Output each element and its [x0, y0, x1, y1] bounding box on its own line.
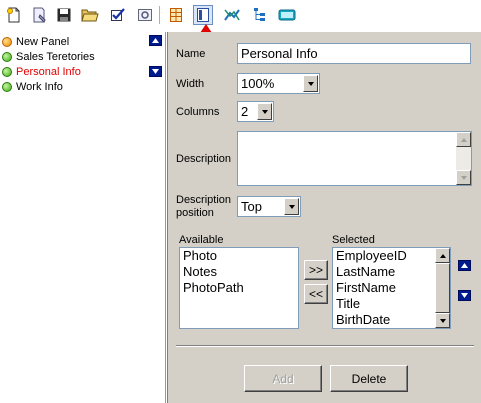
list-item[interactable]: LastName — [333, 264, 450, 280]
move-down-icon[interactable] — [149, 66, 162, 77]
check-icon[interactable] — [108, 5, 128, 25]
add-button[interactable]: Add — [244, 365, 322, 392]
available-list[interactable]: Photo Notes PhotoPath — [179, 247, 299, 329]
selected-list-scrollbar[interactable] — [435, 248, 450, 328]
list-item[interactable]: EmployeeID — [333, 248, 450, 264]
separator — [176, 345, 474, 347]
chevron-down-icon[interactable] — [257, 103, 272, 120]
tree-item-new-panel[interactable]: New Panel — [2, 35, 69, 49]
open-folder-icon[interactable] — [80, 5, 100, 25]
description-position-label-1: Description — [176, 194, 232, 206]
columns-value: 2 — [241, 104, 249, 119]
scroll-down-icon[interactable] — [456, 170, 471, 185]
width-select[interactable]: 100% — [237, 73, 320, 94]
tree-item-label: Personal Info — [16, 66, 81, 78]
description-position-value: Top — [241, 199, 262, 214]
tree-item-sales-teretories[interactable]: Sales Teretories — [2, 50, 95, 64]
move-left-button[interactable]: << — [304, 284, 328, 304]
preview-icon[interactable] — [135, 5, 155, 25]
new-document-icon[interactable] — [4, 5, 24, 25]
delete-button[interactable]: Delete — [330, 365, 408, 392]
save-icon[interactable] — [54, 5, 74, 25]
move-up-icon[interactable] — [458, 260, 471, 271]
list-item[interactable]: FirstName — [333, 280, 450, 296]
description-scrollbar[interactable] — [456, 132, 471, 185]
move-down-icon[interactable] — [458, 290, 471, 301]
list-item[interactable]: Photo — [180, 248, 298, 264]
available-label: Available — [179, 234, 224, 246]
description-position-select[interactable]: Top — [237, 196, 301, 217]
description-position-label-2: position — [176, 207, 214, 219]
columns-label: Columns — [176, 106, 220, 118]
tree-item-work-info[interactable]: Work Info — [2, 80, 63, 94]
scroll-up-icon[interactable] — [456, 132, 471, 147]
status-green-icon — [2, 67, 12, 77]
width-value: 100% — [241, 76, 275, 91]
width-label: Width — [176, 78, 205, 90]
tree-item-personal-info[interactable]: Personal Info — [2, 65, 81, 79]
list-item[interactable]: Title — [333, 296, 450, 312]
tree-item-label: Sales Teretories — [16, 51, 95, 63]
name-field[interactable]: Personal Info — [237, 43, 471, 64]
scroll-up-icon[interactable] — [435, 248, 450, 263]
selected-list[interactable]: EmployeeID LastName FirstName Title Birt… — [332, 247, 451, 329]
name-label: Name — [176, 48, 206, 60]
tree-item-label: Work Info — [16, 81, 63, 93]
move-up-icon[interactable] — [149, 35, 162, 46]
move-right-button[interactable]: >> — [304, 260, 328, 280]
scroll-thumb[interactable] — [435, 263, 450, 313]
table-layout-icon[interactable] — [166, 5, 186, 25]
selected-label: Selected — [332, 234, 375, 246]
panel-tree: New Panel Sales Teretories Personal Info… — [0, 32, 166, 403]
toolbar-separator — [159, 6, 160, 24]
keyboard-icon[interactable] — [277, 5, 297, 25]
list-item[interactable]: PhotoPath — [180, 280, 298, 296]
status-green-icon — [2, 52, 12, 62]
list-item[interactable]: Notes — [180, 264, 298, 280]
columns-select[interactable]: 2 — [237, 101, 274, 122]
description-field[interactable] — [237, 131, 472, 186]
properties-panel: Name Personal Info Width 100% Columns 2 … — [167, 32, 481, 403]
tree-icon[interactable] — [250, 5, 270, 25]
tree-item-label: New Panel — [16, 36, 70, 48]
status-green-icon — [2, 82, 12, 92]
scroll-down-icon[interactable] — [435, 313, 450, 328]
status-orange-icon — [2, 37, 12, 47]
connector-icon[interactable] — [222, 5, 242, 25]
chevron-down-icon[interactable] — [284, 198, 299, 215]
panel-icon[interactable] — [193, 5, 213, 25]
description-label: Description — [176, 153, 232, 165]
list-item[interactable]: BirthDate — [333, 312, 450, 328]
properties-icon[interactable] — [29, 5, 49, 25]
chevron-down-icon[interactable] — [303, 75, 318, 92]
toolbar — [0, 0, 481, 32]
